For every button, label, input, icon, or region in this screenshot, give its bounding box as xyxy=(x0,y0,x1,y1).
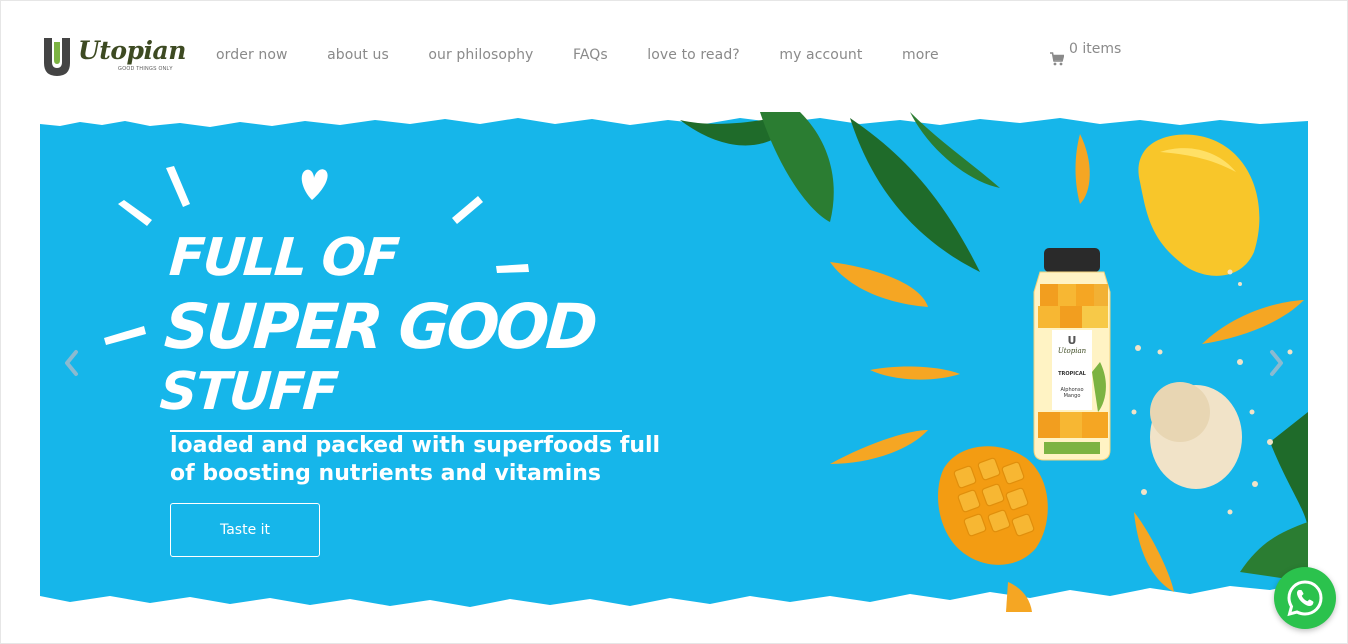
bottle-product-name: TROPICAL xyxy=(1058,371,1086,377)
nav-order-now[interactable]: order now xyxy=(216,47,288,67)
whatsapp-icon xyxy=(1287,580,1323,617)
chevron-left-icon xyxy=(65,350,78,376)
nav-faqs[interactable]: FAQs xyxy=(573,47,608,67)
bottle-label: U Utopian TROPICAL Alphonso Mango xyxy=(1052,334,1092,399)
hero-headline-line1: FULL OF xyxy=(167,228,400,288)
main-nav: order now about us our philosophy FAQs l… xyxy=(216,47,978,67)
nav-love-to-read[interactable]: love to read? xyxy=(647,47,740,67)
hero-subtitle: loaded and packed with superfoods full o… xyxy=(170,433,661,486)
taste-it-button[interactable]: Taste it xyxy=(170,503,320,557)
bottle-flavor: Alphonso Mango xyxy=(1060,387,1084,399)
logo-tagline: GOOD THINGS ONLY xyxy=(118,66,173,72)
cart-icon xyxy=(1050,52,1064,66)
logo-mark-icon xyxy=(44,38,70,76)
nav-more[interactable]: more xyxy=(902,47,939,67)
cart-count-label: 0 items xyxy=(1069,41,1122,57)
bottle-brand: Utopian xyxy=(1057,347,1087,355)
cart-link[interactable]: 0 items xyxy=(1050,41,1122,66)
brand-logo[interactable]: Utopian GOOD THINGS ONLY xyxy=(40,34,186,80)
hero-headline-line2: SUPER GOOD xyxy=(162,290,598,363)
logo-wordmark: Utopian xyxy=(78,36,186,65)
hero-headline-line3: STUFF xyxy=(158,362,339,422)
bottle-logo-letter: U xyxy=(1067,334,1077,347)
slider-prev-button[interactable] xyxy=(60,348,84,378)
whatsapp-button[interactable] xyxy=(1274,567,1336,629)
slider-next-button[interactable] xyxy=(1264,348,1288,378)
nav-my-account[interactable]: my account xyxy=(779,47,862,67)
nav-about-us[interactable]: about us xyxy=(327,47,389,67)
hero-slider: U Utopian TROPICAL Alphonso Mango FULL O… xyxy=(40,112,1308,615)
nav-our-philosophy[interactable]: our philosophy xyxy=(428,47,533,67)
chevron-right-icon xyxy=(1270,350,1283,376)
